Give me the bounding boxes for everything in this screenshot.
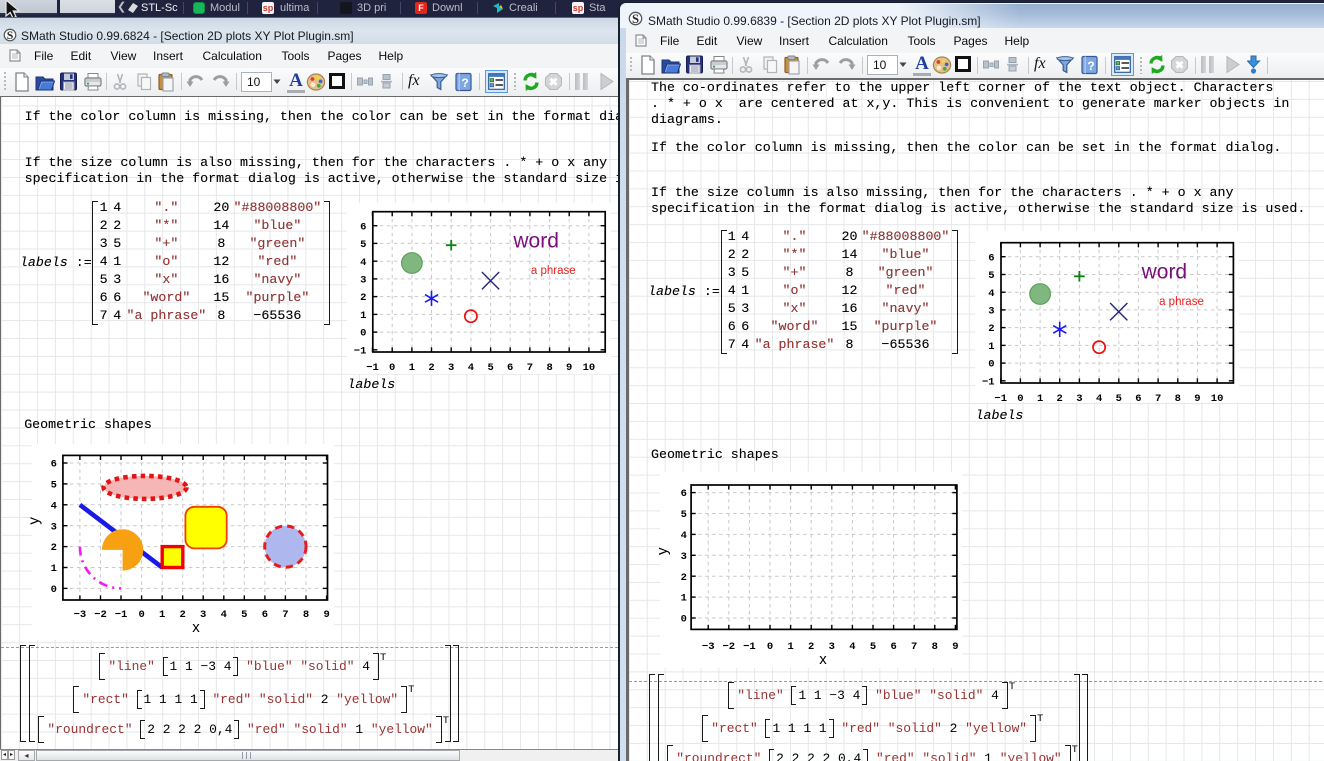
svg-text:0: 0 (681, 614, 687, 626)
svg-text:2: 2 (1057, 393, 1063, 405)
svg-text:6: 6 (360, 221, 366, 233)
svg-text:3: 3 (681, 551, 687, 563)
svg-text:1: 1 (360, 310, 366, 322)
svg-text:2: 2 (681, 572, 687, 584)
svg-text:7: 7 (527, 362, 533, 374)
svg-text:6: 6 (988, 252, 994, 264)
svg-text:0: 0 (988, 359, 994, 371)
svg-text:0: 0 (389, 362, 395, 374)
svg-text:?: ? (1087, 59, 1094, 73)
svg-text:word: word (1141, 260, 1188, 283)
svg-text:5: 5 (1116, 393, 1122, 405)
svg-text:3: 3 (360, 275, 366, 287)
svg-text:1: 1 (787, 641, 793, 653)
svg-text:3: 3 (448, 362, 454, 374)
svg-text:−2: −2 (94, 609, 107, 621)
svg-text:8: 8 (303, 609, 309, 621)
svg-text:5: 5 (487, 362, 493, 374)
svg-text:0: 0 (51, 584, 57, 596)
svg-text:a phrase: a phrase (531, 265, 576, 277)
svg-text:−2: −2 (722, 641, 735, 653)
svg-text:6: 6 (262, 609, 268, 621)
svg-text:1: 1 (409, 362, 415, 374)
svg-text:1: 1 (1037, 393, 1043, 405)
svg-text:4: 4 (51, 500, 57, 512)
svg-text:x: x (819, 651, 827, 668)
svg-text:0: 0 (138, 609, 144, 621)
svg-text:x: x (192, 619, 200, 636)
svg-text:5: 5 (870, 641, 876, 653)
svg-text:0: 0 (360, 328, 366, 340)
svg-text:6: 6 (1135, 393, 1141, 405)
svg-text:3: 3 (829, 641, 835, 653)
svg-text:5: 5 (241, 609, 247, 621)
svg-text:1: 1 (681, 593, 687, 605)
svg-text:10: 10 (583, 362, 596, 374)
svg-text:a phrase: a phrase (1159, 296, 1204, 308)
svg-text:3: 3 (51, 521, 57, 533)
svg-text:S: S (632, 12, 639, 26)
svg-text:3: 3 (1076, 393, 1082, 405)
svg-text:0: 0 (1017, 393, 1023, 405)
svg-text:3: 3 (200, 609, 206, 621)
svg-text:6: 6 (890, 641, 896, 653)
svg-text:4: 4 (1096, 393, 1102, 405)
svg-text:5: 5 (51, 480, 57, 492)
svg-text:−1: −1 (115, 609, 128, 621)
svg-text:8: 8 (546, 362, 552, 374)
svg-text:9: 9 (952, 641, 958, 653)
svg-text:4: 4 (360, 257, 366, 269)
svg-text:−3: −3 (74, 609, 87, 621)
svg-text:4: 4 (221, 609, 227, 621)
svg-text:2: 2 (360, 292, 366, 304)
svg-text:10: 10 (1211, 393, 1224, 405)
svg-text:1: 1 (159, 609, 165, 621)
svg-text:2: 2 (428, 362, 434, 374)
svg-text:−3: −3 (702, 641, 715, 653)
svg-text:−1: −1 (994, 393, 1007, 405)
svg-text:6: 6 (51, 459, 57, 471)
svg-text:9: 9 (566, 362, 572, 374)
svg-text:2: 2 (988, 323, 994, 335)
svg-text:7: 7 (1155, 393, 1161, 405)
svg-text:0: 0 (767, 641, 773, 653)
svg-text:4: 4 (988, 288, 994, 300)
svg-text:1: 1 (988, 341, 994, 353)
svg-text:9: 9 (323, 609, 329, 621)
svg-text:7: 7 (911, 641, 917, 653)
svg-text:4: 4 (468, 362, 474, 374)
svg-text:−1: −1 (982, 376, 995, 388)
svg-text:y: y (654, 547, 671, 555)
svg-text:2: 2 (51, 542, 57, 554)
svg-text:6: 6 (507, 362, 513, 374)
svg-text:y: y (26, 517, 43, 525)
svg-text:4: 4 (849, 641, 855, 653)
svg-text:3: 3 (988, 306, 994, 318)
svg-text:S: S (7, 28, 14, 42)
svg-text:−1: −1 (354, 345, 367, 357)
svg-text:9: 9 (1194, 393, 1200, 405)
svg-text:6: 6 (681, 488, 687, 500)
svg-text:2: 2 (180, 609, 186, 621)
svg-text:word: word (512, 229, 559, 252)
svg-text:4: 4 (681, 530, 687, 542)
svg-text:5: 5 (360, 239, 366, 251)
svg-text:?: ? (461, 76, 468, 90)
svg-text:−1: −1 (366, 362, 379, 374)
svg-text:8: 8 (1175, 393, 1181, 405)
svg-text:7: 7 (282, 609, 288, 621)
svg-text:−1: −1 (743, 641, 756, 653)
svg-text:5: 5 (681, 509, 687, 521)
svg-text:5: 5 (988, 270, 994, 282)
svg-text:1: 1 (51, 563, 57, 575)
svg-text:2: 2 (808, 641, 814, 653)
svg-text:8: 8 (932, 641, 938, 653)
